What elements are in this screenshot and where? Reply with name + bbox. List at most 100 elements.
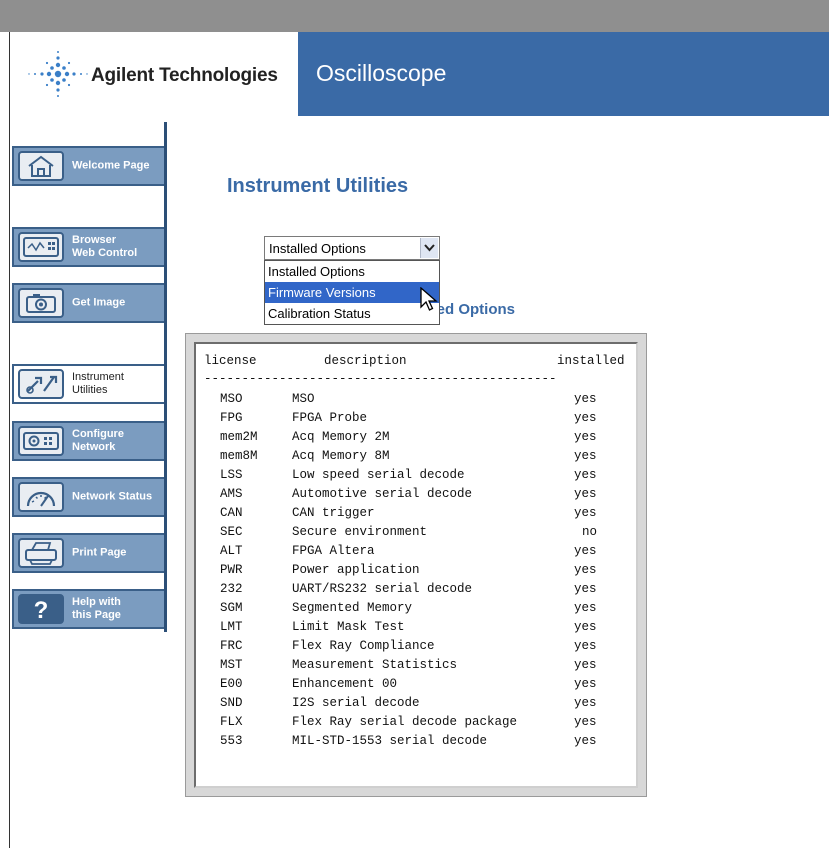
header-rule: ----------------------------------------… xyxy=(204,372,557,386)
cell-license: FPG xyxy=(220,411,243,425)
cell-installed: yes xyxy=(574,677,597,691)
cell-license: ALT xyxy=(220,544,243,558)
network-config-icon xyxy=(18,426,64,456)
cell-license: SEC xyxy=(220,525,243,539)
help-icon: ? xyxy=(18,594,64,624)
cell-description: FPGA Probe xyxy=(292,411,368,425)
cell-description: Measurement Statistics xyxy=(292,658,458,672)
header-band: Oscilloscope xyxy=(298,32,829,116)
cell-license: MST xyxy=(220,658,243,672)
cell-license: mem2M xyxy=(220,430,258,444)
cell-description: UART/RS232 serial decode xyxy=(292,582,473,596)
svg-text:?: ? xyxy=(34,597,49,622)
cell-description: Segmented Memory xyxy=(292,601,413,615)
cell-license: CAN xyxy=(220,506,243,520)
house-icon xyxy=(18,151,64,181)
camera-icon xyxy=(18,288,64,318)
cell-license: PWR xyxy=(220,563,243,577)
utilities-select[interactable]: Installed Options xyxy=(264,236,440,260)
cell-installed: yes xyxy=(574,411,597,425)
sidebar-item-help[interactable]: ? Help with this Page xyxy=(12,589,164,629)
cell-installed: yes xyxy=(574,430,597,444)
cell-description: FPGA Altera xyxy=(292,544,375,558)
cell-license: LSS xyxy=(220,468,243,482)
cell-description: Flex Ray serial decode package xyxy=(292,715,518,729)
cell-description: Limit Mask Test xyxy=(292,620,405,634)
cell-installed: yes xyxy=(574,563,597,577)
sidebar-item-get-image[interactable]: Get Image xyxy=(12,283,164,323)
cell-installed: no xyxy=(582,525,598,539)
column-header-license: license xyxy=(204,354,257,368)
cell-installed: yes xyxy=(574,506,597,520)
cell-installed: yes xyxy=(574,601,597,615)
cell-license: SND xyxy=(220,696,243,710)
sidebar-item-network-status[interactable]: Network Status xyxy=(12,477,164,517)
sidebar-item-label: Welcome Page xyxy=(72,159,150,172)
cell-license: 232 xyxy=(220,582,243,596)
sidebar-item-configure-network[interactable]: Configure Network xyxy=(12,421,164,461)
cell-description: I2S serial decode xyxy=(292,696,420,710)
tools-icon xyxy=(18,369,64,399)
cell-license: E00 xyxy=(220,677,243,691)
option-installed-options[interactable]: Installed Options xyxy=(265,261,439,282)
select-value: Installed Options xyxy=(269,241,366,256)
cell-license: 553 xyxy=(220,734,243,748)
left-frame-border xyxy=(0,32,10,848)
sidebar-item-label: Help with this Page xyxy=(72,596,121,621)
product-title: Oscilloscope xyxy=(316,60,447,86)
cell-description: CAN trigger xyxy=(292,506,375,520)
cell-installed: yes xyxy=(574,468,597,482)
cell-description: Secure environment xyxy=(292,525,428,539)
cell-installed: yes xyxy=(574,449,597,463)
cell-installed: yes xyxy=(574,715,597,729)
cell-description: Acq Memory 8M xyxy=(292,449,390,463)
cell-description: MIL-STD-1553 serial decode xyxy=(292,734,488,748)
cell-license: LMT xyxy=(220,620,243,634)
cell-license: AMS xyxy=(220,487,243,501)
sidebar-item-label: Get Image xyxy=(72,296,126,309)
cell-description: Low speed serial decode xyxy=(292,468,465,482)
window-top-bar xyxy=(0,0,829,32)
sidebar-item-label: Network Status xyxy=(72,490,153,503)
cell-installed: yes xyxy=(574,582,597,596)
cell-description: Flex Ray Compliance xyxy=(292,639,435,653)
gauge-icon xyxy=(18,482,64,512)
sidebar-item-print-page[interactable]: Print Page xyxy=(12,533,164,573)
mouse-pointer-icon xyxy=(420,287,438,311)
options-panel: license description installed ----------… xyxy=(185,333,647,797)
cell-license: FLX xyxy=(220,715,243,729)
table-header: license description installed xyxy=(204,354,625,370)
sidebar-item-welcome-page[interactable]: Welcome Page xyxy=(12,146,164,186)
cell-installed: yes xyxy=(574,696,597,710)
cell-license: SGM xyxy=(220,601,243,615)
sidebar-item-label: Configure Network xyxy=(72,428,124,453)
sidebar-item-label: Browser Web Control xyxy=(72,234,138,259)
cell-description: MSO xyxy=(292,392,315,406)
sidebar-item-label: Instrument Utilities xyxy=(72,371,124,396)
sidebar-item-browser-web-control[interactable]: Browser Web Control xyxy=(12,227,164,267)
chevron-down-icon[interactable] xyxy=(420,238,438,258)
options-text-area: license description installed ----------… xyxy=(194,342,638,788)
cell-license: MSO xyxy=(220,392,243,406)
company-name: Agilent Technologies xyxy=(91,65,278,86)
cell-license: mem8M xyxy=(220,449,258,463)
option-calibration-status[interactable]: Calibration Status xyxy=(265,303,439,324)
column-header-installed: installed xyxy=(557,354,625,368)
sidebar-item-instrument-utilities[interactable]: Instrument Utilities xyxy=(12,364,164,404)
cell-description: Power application xyxy=(292,563,420,577)
printer-icon xyxy=(18,538,64,568)
page-title: Instrument Utilities xyxy=(227,175,409,197)
sidebar-divider xyxy=(164,122,167,632)
header-logo-area: Agilent Technologies xyxy=(10,32,310,116)
cell-description: Automotive serial decode xyxy=(292,487,473,501)
cell-installed: yes xyxy=(574,734,597,748)
scope-panel-icon xyxy=(18,232,64,262)
column-header-description: description xyxy=(324,354,407,368)
agilent-spark-logo-icon xyxy=(28,51,88,97)
select-dropdown-list: Installed Options Firmware Versions Cali… xyxy=(264,260,440,325)
cell-installed: yes xyxy=(574,620,597,634)
cell-license: FRC xyxy=(220,639,243,653)
option-firmware-versions[interactable]: Firmware Versions xyxy=(265,282,439,303)
sidebar-item-label: Print Page xyxy=(72,546,127,559)
cell-installed: yes xyxy=(574,544,597,558)
